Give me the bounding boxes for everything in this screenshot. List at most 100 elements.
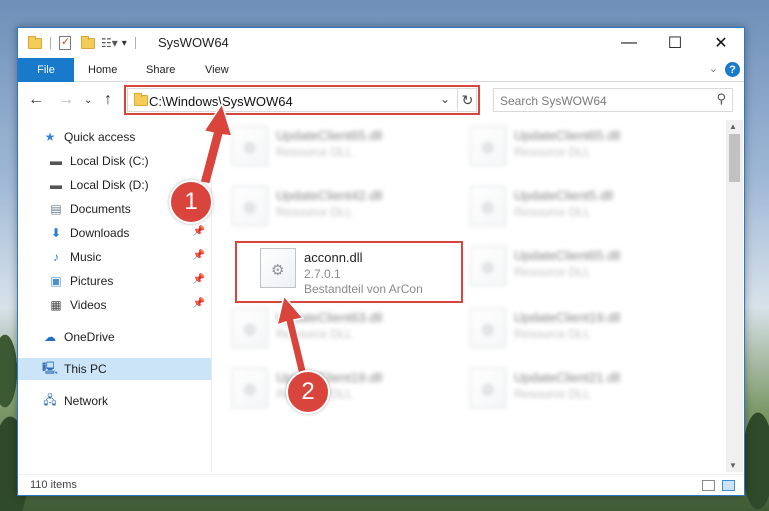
sidebar-item-label: This PC [64, 362, 107, 376]
sidebar-item-videos[interactable]: ▦ Videos 📌 [18, 294, 211, 316]
large-icons-view-icon[interactable] [722, 480, 735, 491]
window-title: SysWOW64 [158, 35, 229, 50]
file-item[interactable]: UpdateClient21.dll Resource DLL [466, 362, 696, 418]
videos-icon: ▦ [50, 298, 62, 312]
file-highlight-box [235, 241, 463, 303]
scroll-up-icon[interactable]: ▲ [729, 122, 737, 131]
tab-share[interactable]: Share [146, 58, 175, 82]
computer-icon: 🖳 [42, 360, 59, 375]
pictures-icon: ▣ [50, 274, 62, 288]
file-item[interactable]: UpdateClient65.dll Resource DLL [466, 240, 696, 296]
dll-file-icon [232, 368, 268, 408]
drive-icon: ▬ [50, 178, 62, 192]
file-item[interactable]: UpdateClient5.dll Resource DLL [466, 180, 696, 236]
maximize-button[interactable]: ☐ [652, 28, 698, 58]
file-item[interactable]: UpdateClient19.dll Resource DLL [466, 302, 696, 358]
tab-view[interactable]: View [205, 58, 229, 82]
sidebar-item-label: Quick access [64, 130, 136, 144]
file-description: Resource DLL [514, 265, 591, 279]
sidebar-item-label: Downloads [70, 226, 130, 240]
sidebar-item-label: Pictures [70, 274, 114, 288]
dll-file-icon [470, 126, 506, 166]
quick-access-toolbar: ☷▾ ▾ [28, 35, 136, 50]
network-icon: 🖧 [43, 392, 57, 407]
tab-file[interactable]: File [18, 58, 74, 82]
sidebar-item-label: Local Disk (C:) [70, 154, 149, 168]
file-description: Resource DLL [514, 327, 591, 341]
status-bar: 110 items [18, 474, 744, 496]
sidebar-item-this-pc[interactable]: 🖳 This PC [18, 358, 211, 380]
pin-icon[interactable]: 📌 [193, 298, 205, 309]
sidebar-item-music[interactable]: ♪ Music 📌 [18, 246, 211, 268]
sidebar-item-network[interactable]: 🖧 Network [18, 390, 211, 412]
documents-icon: ▤ [50, 202, 62, 216]
up-arrow-icon[interactable]: ↑ [104, 91, 112, 109]
file-item[interactable]: UpdateClient19.dll Resource DLL [228, 362, 458, 418]
dll-file-icon [470, 308, 506, 348]
sidebar-item-local-disk-c[interactable]: ▬ Local Disk (C:) [18, 150, 211, 172]
file-name: UpdateClient21.dll [514, 370, 621, 385]
scrollbar-thumb[interactable] [729, 134, 740, 182]
download-icon: ⬇ [50, 226, 62, 240]
customize-toolbar-icon[interactable]: ☷▾ [101, 36, 118, 50]
tab-home[interactable]: Home [88, 58, 117, 82]
cloud-icon: ☁ [44, 330, 56, 344]
file-name: UpdateClient63.dll [276, 310, 383, 325]
file-name: UpdateClient19.dll [514, 310, 621, 325]
pin-icon[interactable]: 📌 [193, 250, 205, 261]
file-item[interactable]: UpdateClient65.dll Resource DLL [228, 120, 458, 176]
sidebar-item-quick-access[interactable]: ★ Quick access [18, 126, 211, 148]
help-icon[interactable]: ? [725, 62, 740, 77]
pin-icon[interactable]: 📌 [193, 226, 205, 237]
file-description: Resource DLL [514, 205, 591, 219]
item-count: 110 items [30, 479, 77, 491]
step-badge-1: 1 [169, 180, 213, 224]
close-button[interactable]: ✕ [698, 28, 744, 58]
dll-file-icon [232, 186, 268, 226]
step-badge-2: 2 [286, 370, 330, 414]
vertical-scrollbar[interactable]: ▲ ▼ [726, 120, 743, 472]
file-item[interactable]: UpdateClient42.dll Resource DLL [228, 180, 458, 236]
sidebar-item-downloads[interactable]: ⬇ Downloads 📌 [18, 222, 211, 244]
sidebar-item-label: Local Disk (D:) [70, 178, 149, 192]
file-description: Resource DLL [276, 205, 353, 219]
file-name: UpdateClient65.dll [276, 128, 383, 143]
sidebar-item-pictures[interactable]: ▣ Pictures 📌 [18, 270, 211, 292]
file-description: Resource DLL [514, 145, 591, 159]
expand-ribbon-icon[interactable]: ⌄ [709, 62, 718, 75]
properties-icon[interactable] [59, 35, 71, 50]
file-name: UpdateClient65.dll [514, 128, 621, 143]
file-description: Resource DLL [276, 145, 353, 159]
ribbon-tabs: File Home Share View ⌄ ? [18, 58, 744, 82]
scroll-down-icon[interactable]: ▼ [729, 461, 737, 470]
navigation-bar: ← → ⌄ ↑ C:\Windows\SysWOW64 ⌄ ↻ Search S… [18, 83, 744, 117]
address-highlight-box [124, 85, 480, 115]
music-icon: ♪ [53, 250, 59, 264]
folder-icon [28, 35, 42, 49]
title-bar: ☷▾ ▾ SysWOW64 — ☐ ✕ [18, 28, 744, 58]
recent-locations-icon[interactable]: ⌄ [84, 95, 92, 106]
toolbar-dropdown-icon[interactable]: ▾ [122, 38, 127, 49]
details-view-icon[interactable] [702, 480, 715, 491]
star-icon: ★ [44, 130, 56, 144]
dll-file-icon [470, 186, 506, 226]
file-name: UpdateClient42.dll [276, 188, 383, 203]
navigation-pane: ★ Quick access ▬ Local Disk (C:) ▬ Local… [18, 120, 211, 472]
sidebar-item-onedrive[interactable]: ☁ OneDrive [18, 326, 211, 348]
sidebar-item-label: OneDrive [64, 330, 115, 344]
search-box[interactable]: Search SysWOW64 ⚲ [493, 88, 733, 112]
sidebar-item-label: Documents [70, 202, 131, 216]
minimize-button[interactable]: — [606, 28, 652, 58]
back-arrow-icon[interactable]: ← [28, 91, 44, 109]
dll-file-icon [232, 126, 268, 166]
new-folder-icon[interactable] [81, 35, 95, 49]
file-name: UpdateClient65.dll [514, 248, 621, 263]
toolbar-divider [134, 37, 136, 49]
forward-arrow-icon[interactable]: → [58, 91, 74, 109]
search-input[interactable]: Search SysWOW64 [500, 94, 607, 108]
toolbar-divider [50, 37, 51, 49]
pin-icon[interactable]: 📌 [193, 274, 205, 285]
search-icon[interactable]: ⚲ [716, 91, 726, 107]
file-item[interactable]: UpdateClient65.dll Resource DLL [466, 120, 696, 176]
file-item[interactable]: UpdateClient63.dll Resource DLL [228, 302, 458, 358]
